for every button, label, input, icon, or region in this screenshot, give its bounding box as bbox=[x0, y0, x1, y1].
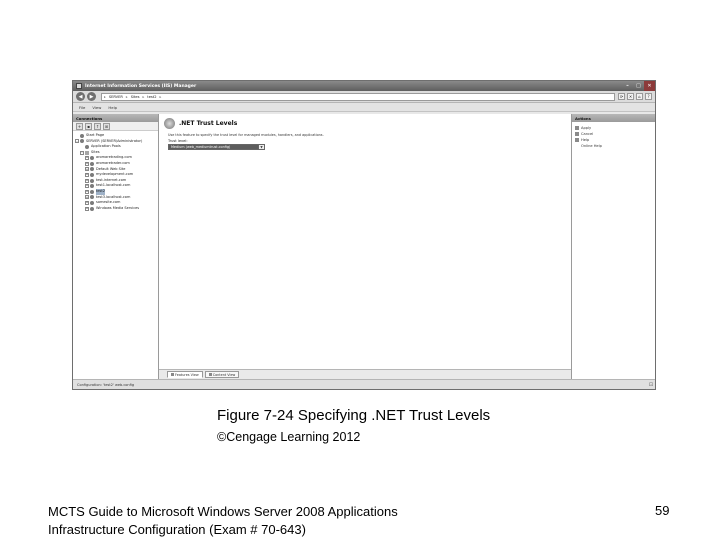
menu-help[interactable]: Help bbox=[108, 105, 117, 110]
network-status-icon: ⊡ bbox=[648, 381, 654, 388]
breadcrumb-separator: ▸ bbox=[125, 94, 128, 99]
breadcrumb-separator: ▸ bbox=[104, 94, 106, 99]
trust-level-label: Trust level: bbox=[168, 139, 188, 143]
address-tools: ⟳ ✕ ⌂ ? bbox=[618, 93, 652, 100]
breadcrumb-separator: ▸ bbox=[159, 94, 162, 99]
save-icon[interactable]: ▪ bbox=[85, 123, 92, 130]
breadcrumb-site[interactable]: test2 bbox=[147, 95, 156, 99]
action-online-help[interactable]: Online Help bbox=[575, 143, 652, 149]
connections-toolbar: + ▪ ↑ ⊞ bbox=[73, 122, 158, 131]
globe-icon bbox=[90, 167, 94, 172]
globe-icon bbox=[90, 189, 94, 194]
expand-icon[interactable]: + bbox=[85, 172, 89, 177]
tab-features-label: Features View bbox=[175, 372, 199, 377]
expand-icon[interactable]: + bbox=[85, 161, 89, 166]
maximize-button[interactable]: □ bbox=[633, 81, 644, 91]
minimize-button[interactable]: – bbox=[622, 81, 633, 91]
globe-icon bbox=[90, 161, 94, 166]
tree-node[interactable]: + Windows Media Services bbox=[75, 206, 156, 212]
globe-icon bbox=[90, 156, 94, 161]
footer-line-1: MCTS Guide to Microsoft Windows Server 2… bbox=[48, 504, 398, 519]
iis-manager-window: Internet Information Services (IIS) Mana… bbox=[72, 80, 656, 390]
panes: Connections + ▪ ↑ ⊞ Start Page – SERVER (S… bbox=[73, 114, 655, 379]
stop-icon[interactable]: ✕ bbox=[627, 93, 634, 100]
actions-pane: Actions Apply Cancel Help Online Help bbox=[571, 114, 655, 379]
status-text: Configuration: 'test2' web.config bbox=[77, 382, 135, 387]
menu-bar: File View Help bbox=[73, 103, 655, 112]
home-icon[interactable]: ⌂ bbox=[636, 93, 643, 100]
window-controls: – □ ✕ bbox=[622, 81, 655, 91]
globe-icon bbox=[90, 184, 94, 189]
expand-icon[interactable]: + bbox=[85, 178, 89, 183]
actions-list: Apply Cancel Help Online Help bbox=[572, 122, 655, 152]
chevron-down-icon[interactable]: ▼ bbox=[258, 145, 264, 149]
content-view-icon bbox=[208, 373, 212, 376]
expand-icon[interactable]: + bbox=[85, 167, 89, 172]
trust-level-dropdown[interactable]: Medium (web_mediumtrust.config) ▼ bbox=[168, 144, 265, 150]
connections-pane: Connections + ▪ ↑ ⊞ Start Page – SERVER (S… bbox=[73, 114, 159, 379]
iis-app-icon bbox=[76, 83, 82, 89]
features-view-icon bbox=[171, 373, 174, 376]
view-tabs: Features View Content View bbox=[159, 370, 571, 379]
collapse-icon[interactable]: – bbox=[75, 139, 79, 144]
expand-icon[interactable]: + bbox=[85, 189, 89, 194]
menu-file[interactable]: File bbox=[79, 105, 85, 110]
forward-button[interactable]: ▶ bbox=[87, 92, 96, 101]
breadcrumb-sites[interactable]: Sites bbox=[131, 95, 140, 99]
connect-icon[interactable]: + bbox=[76, 123, 83, 130]
breadcrumb-server[interactable]: SERVER bbox=[109, 95, 123, 99]
action-label: Online Help bbox=[581, 144, 602, 148]
footer-line-2: Infrastructure Configuration (Exam # 70-… bbox=[48, 522, 306, 537]
collapse-icon[interactable]: – bbox=[80, 150, 84, 155]
expand-icon[interactable]: + bbox=[85, 206, 89, 211]
globe-icon bbox=[90, 172, 94, 177]
globe-icon bbox=[90, 178, 94, 183]
refresh-icon[interactable]: ⟳ bbox=[618, 93, 625, 100]
trust-level-value: Medium (web_mediumtrust.config) bbox=[169, 145, 258, 149]
breadcrumb[interactable]: ▸ SERVER ▸ Sites ▸ test2 ▸ bbox=[101, 92, 615, 101]
tab-content-view[interactable]: Content View bbox=[204, 371, 240, 378]
figure-caption: Figure 7-24 Specifying .NET Trust Levels bbox=[217, 407, 491, 424]
tree-icon[interactable]: ⊞ bbox=[103, 123, 110, 130]
tab-features-view[interactable]: Features View bbox=[167, 371, 203, 378]
expand-icon[interactable]: + bbox=[85, 155, 89, 161]
globe-icon bbox=[90, 200, 94, 205]
cancel-icon bbox=[575, 132, 579, 136]
expand-icon[interactable]: + bbox=[85, 195, 89, 200]
feature-content: .NET Trust Levels Use this feature to sp… bbox=[159, 114, 571, 370]
apply-icon bbox=[575, 126, 579, 130]
folder-icon bbox=[85, 150, 89, 155]
up-icon[interactable]: ↑ bbox=[94, 123, 101, 130]
tree-node-label: Windows Media Services bbox=[96, 205, 140, 210]
feature-title: .NET Trust Levels bbox=[179, 120, 238, 127]
feature-description: Use this feature to specify the trust le… bbox=[168, 133, 324, 137]
globe-icon bbox=[90, 195, 94, 200]
copyright-line: ©Cengage Learning 2012 bbox=[217, 430, 361, 444]
window-title: Internet Information Services (IIS) Mana… bbox=[85, 83, 197, 89]
page-number: 59 bbox=[655, 503, 670, 518]
feature-header: .NET Trust Levels bbox=[159, 114, 571, 131]
expand-icon[interactable]: + bbox=[85, 183, 89, 189]
trust-levels-icon bbox=[164, 118, 175, 129]
tab-content-label: Content View bbox=[212, 372, 236, 377]
connections-tree: Start Page – SERVER (SERVER\Administrator)… bbox=[73, 131, 158, 213]
globe-icon bbox=[90, 206, 94, 211]
connections-header: Connections bbox=[73, 114, 158, 122]
menu-view[interactable]: View bbox=[92, 105, 101, 110]
expand-icon[interactable]: + bbox=[85, 200, 89, 205]
breadcrumb-separator: ▸ bbox=[142, 94, 145, 99]
help-icon bbox=[575, 138, 579, 142]
status-bar: Configuration: 'test2' web.config ⊡ bbox=[73, 379, 655, 389]
close-button[interactable]: ✕ bbox=[644, 81, 655, 91]
title-bar: Internet Information Services (IIS) Mana… bbox=[73, 81, 655, 91]
help-icon[interactable]: ? bbox=[645, 93, 652, 100]
features-pane: .NET Trust Levels Use this feature to sp… bbox=[159, 114, 571, 379]
start-page-icon bbox=[80, 133, 84, 138]
address-bar: ◀ ▶ ▸ SERVER ▸ Sites ▸ test2 ▸ ⟳ ✕ ⌂ ? bbox=[73, 91, 655, 103]
app-pools-icon bbox=[85, 144, 89, 149]
back-button[interactable]: ◀ bbox=[76, 92, 85, 101]
slide-footer: MCTS Guide to Microsoft Windows Server 2… bbox=[48, 503, 398, 539]
server-icon bbox=[80, 139, 84, 144]
actions-header: Actions bbox=[572, 114, 655, 122]
